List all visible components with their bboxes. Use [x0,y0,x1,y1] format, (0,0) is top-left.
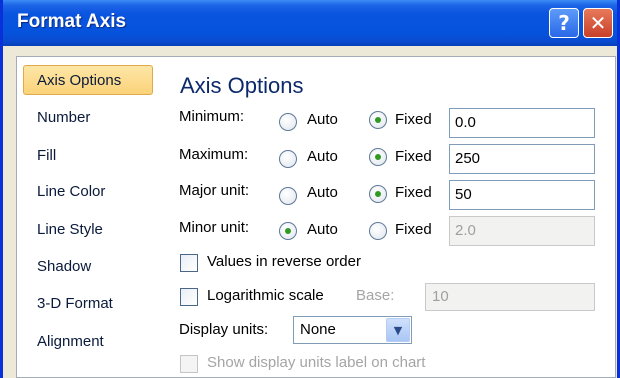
maximum-label: Maximum: [179,146,249,163]
maximum-fixed-label: Fixed [395,148,432,165]
base-label: Base: [356,287,395,304]
show-units-label-text: Show display units label on chart [207,354,426,371]
major-unit-fixed-radio[interactable] [369,185,387,203]
minimum-auto-label: Auto [307,111,338,128]
maximum-value-field[interactable]: 250 [449,144,595,174]
reverse-order-checkbox[interactable] [180,254,198,272]
log-scale-checkbox[interactable] [180,288,198,306]
minor-unit-value-field: 2.0 [449,216,595,246]
format-axis-dialog: Format Axis ? ✕ Axis Options Number Fill… [0,0,620,378]
base-value-field: 10 [425,283,595,311]
major-unit-fixed-label: Fixed [395,184,432,201]
category-list: Axis Options Number Fill Line Color Line… [17,57,160,377]
major-unit-label: Major unit: [179,182,250,199]
close-button[interactable]: ✕ [583,8,613,38]
minor-unit-fixed-label: Fixed [395,221,432,238]
help-icon: ? [558,11,570,35]
window-title: Format Axis [17,11,127,32]
display-units-select[interactable]: None ▼ [293,316,412,344]
minimum-label: Minimum: [179,108,245,125]
axis-options-panel: Axis Options Minimum: Auto Fixed 0.0 Max… [160,57,615,377]
minor-unit-auto-radio[interactable] [279,222,297,240]
sidebar-item-axis-options[interactable]: Axis Options [23,65,153,95]
sidebar-item-fill[interactable]: Fill [23,141,153,171]
major-unit-value-field[interactable]: 50 [449,180,595,210]
panel-title: Axis Options [180,73,304,98]
minimum-fixed-label: Fixed [395,111,432,128]
dialog-content: Axis Options Number Fill Line Color Line… [16,56,616,378]
sidebar-item-shadow[interactable]: Shadow [23,252,153,282]
maximum-fixed-radio[interactable] [369,148,387,166]
sidebar-item-line-color[interactable]: Line Color [23,177,153,207]
maximum-auto-label: Auto [307,148,338,165]
minor-unit-fixed-radio[interactable] [369,222,387,240]
show-units-label-checkbox [180,355,198,373]
sidebar-item-alignment[interactable]: Alignment [23,327,153,357]
minimum-auto-radio[interactable] [279,113,297,131]
major-unit-auto-radio[interactable] [279,187,297,205]
minor-unit-label: Minor unit: [179,219,250,236]
sidebar-item-number[interactable]: Number [23,103,153,133]
close-icon: ✕ [589,11,607,35]
log-scale-label: Logarithmic scale [207,287,324,304]
major-unit-auto-label: Auto [307,184,338,201]
help-button[interactable]: ? [549,8,579,38]
title-bar[interactable]: Format Axis ? ✕ [3,0,617,46]
maximum-auto-radio[interactable] [279,150,297,168]
sidebar-item-3d-format[interactable]: 3-D Format [23,289,153,319]
minimum-value-field[interactable]: 0.0 [449,108,595,138]
display-units-value: None [300,321,336,338]
minor-unit-auto-label: Auto [307,221,338,238]
sidebar-item-line-style[interactable]: Line Style [23,215,153,245]
display-units-label: Display units: [179,321,269,338]
chevron-down-icon[interactable]: ▼ [386,318,410,342]
reverse-order-label: Values in reverse order [207,253,361,270]
minimum-fixed-radio[interactable] [369,111,387,129]
